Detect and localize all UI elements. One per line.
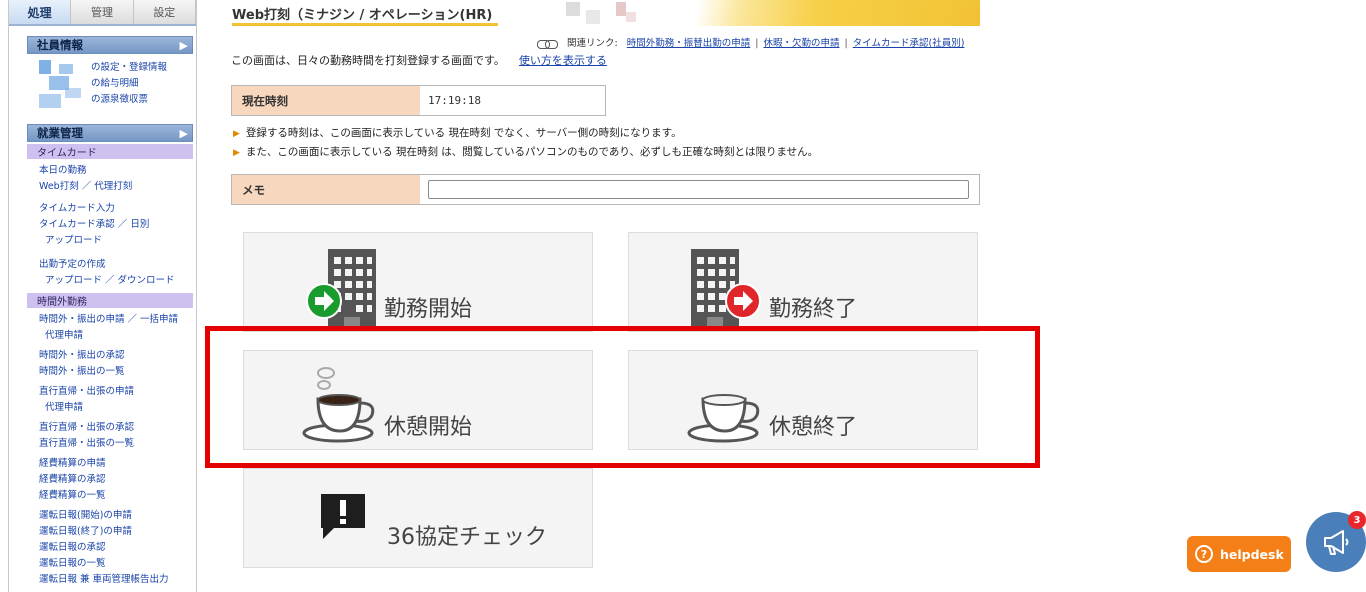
triangle-bullet-icon: ▶ — [233, 148, 240, 158]
question-circle-icon: ? — [1195, 545, 1213, 563]
memo-box: メモ — [231, 174, 980, 205]
sidebar: 処理 管理 設定 社員情報 ▶ の設定・登録情報 の給与明細 の源泉徴収票 就業… — [8, 0, 197, 592]
work-end-label: 勤務終了 — [769, 297, 858, 322]
nav-drive-approve[interactable]: 運転日報の承認 — [9, 540, 196, 556]
helpdesk-button[interactable]: ? helpdesk — [1187, 536, 1291, 572]
exclamation-bubble-icon — [321, 494, 365, 539]
break-end-label: 休憩終了 — [769, 415, 858, 440]
coffee-cup-steam-icon — [302, 367, 375, 443]
arrow-right-green-icon — [306, 283, 342, 319]
redacted-name — [59, 64, 73, 74]
memo-field-wrap — [420, 175, 979, 204]
agreement-check-label: 36協定チェック — [387, 525, 547, 550]
employee-payslip-link[interactable]: の給与明細 — [91, 76, 139, 92]
current-time-value: 17:19:18 — [428, 94, 481, 107]
nav-timecard-input[interactable]: タイムカード入力 — [9, 201, 196, 217]
current-time-box: 現在時刻 17:19:18 — [231, 85, 606, 116]
note-2: また、この画面に表示している 現在時刻 は、閲覧しているパソコンのものであり、必… — [245, 146, 819, 158]
section-work-management-label: 就業管理 — [37, 126, 83, 140]
agreement-check-button[interactable]: 36協定チェック — [243, 468, 593, 568]
expand-arrow-icon: ▶ — [179, 126, 188, 140]
memo-input[interactable] — [428, 180, 969, 199]
separator: | — [755, 38, 759, 49]
howto-link[interactable]: 使い方を表示する — [519, 54, 607, 67]
nav-overtime-apply[interactable]: 時間外・振出の申請 ／ 一括申請 — [9, 312, 196, 328]
nav-direct-approve[interactable]: 直行直帰・出張の承認 — [9, 420, 196, 436]
nav-web-punch[interactable]: Web打刻 ／ 代理打刻 — [9, 179, 196, 195]
subsection-overtime: 時間外勤務 — [27, 293, 193, 308]
employee-settings-link[interactable]: の設定・登録情報 — [91, 60, 167, 76]
redacted-name — [39, 94, 61, 108]
intro-text-row: この画面は、日々の勤務時間を打刻登録する画面です。 使い方を表示する — [231, 52, 607, 68]
page-title: Web打刻（ミナジン / オペレーション(HR) — [232, 4, 499, 26]
nav-timecard-upload[interactable]: アップロード — [9, 233, 196, 249]
page-title-bar: Web打刻（ミナジン / オペレーション(HR) — [230, 0, 980, 26]
nav-timecard-approval[interactable]: タイムカード承認 ／ 日別 — [9, 217, 196, 233]
break-start-label: 休憩開始 — [384, 415, 473, 440]
work-end-button[interactable]: 勤務終了 — [628, 232, 978, 332]
separator: | — [844, 38, 848, 49]
notes: ▶ 登録する時刻は、この画面に表示している 現在時刻 でなく、サーバー側の時刻にな… — [233, 124, 818, 162]
nav-drive-end[interactable]: 運転日報(終了)の申請 — [9, 524, 196, 540]
redacted-name — [566, 2, 580, 16]
helpdesk-label: helpdesk — [1220, 546, 1284, 562]
expand-arrow-icon: ▶ — [179, 38, 188, 52]
redacted-name — [65, 88, 81, 98]
nav-drive-list[interactable]: 運転日報の一覧 — [9, 556, 196, 572]
nav-expense-approve[interactable]: 経費精算の承認 — [9, 472, 196, 488]
intro-text: この画面は、日々の勤務時間を打刻登録する画面です。 — [231, 54, 505, 67]
redacted-name — [626, 12, 636, 22]
break-end-button[interactable]: 休憩終了 — [628, 350, 978, 450]
chain-link-icon — [537, 39, 559, 49]
related-label: 関連リンク: — [567, 38, 618, 49]
nav-expense-list[interactable]: 経費精算の一覧 — [9, 488, 196, 504]
subsection-timecard: タイムカード — [27, 144, 193, 159]
nav-drive-vehicle[interactable]: 運転日報 兼 車両管理帳告出力 — [9, 572, 196, 588]
nav-overtime-approve[interactable]: 時間外・振出の承認 — [9, 348, 196, 364]
section-work-management[interactable]: 就業管理 ▶ — [27, 124, 193, 142]
section-employee-info-label: 社員情報 — [37, 38, 83, 52]
work-start-button[interactable]: 勤務開始 — [243, 232, 593, 332]
tab-settings[interactable]: 設定 — [133, 0, 196, 24]
redacted-name — [616, 2, 626, 16]
announcement-button[interactable]: 3 — [1306, 511, 1366, 572]
memo-label: メモ — [232, 175, 420, 204]
related-link-overtime[interactable]: 時間外勤務・振替出勤の申請 — [627, 38, 751, 49]
nav-overtime-proxy[interactable]: 代理申請 — [9, 328, 196, 344]
nav-overtime-list[interactable]: 時間外・振出の一覧 — [9, 364, 196, 380]
sidebar-tabs: 処理 管理 設定 — [9, 0, 196, 26]
current-time-label: 現在時刻 — [232, 86, 420, 115]
related-links: 関連リンク: 時間外勤務・振替出勤の申請 | 休暇・欠勤の申請 | タイムカード承認(社… — [537, 35, 964, 49]
nav-drive-start[interactable]: 運転日報(開始)の申請 — [9, 508, 196, 524]
break-start-button[interactable]: 休憩開始 — [243, 350, 593, 450]
tab-process[interactable]: 処理 — [9, 0, 72, 24]
nav-direct-apply[interactable]: 直行直帰・出張の申請 — [9, 384, 196, 400]
coffee-cup-icon — [687, 394, 760, 443]
nav-direct-proxy[interactable]: 代理申請 — [9, 400, 196, 416]
note-server-time: ▶ 登録する時刻は、この画面に表示している 現在時刻 でなく、サーバー側の時刻にな… — [233, 124, 818, 143]
nav-expense-apply[interactable]: 経費精算の申請 — [9, 456, 196, 472]
redacted-name — [39, 60, 51, 74]
employee-withholding-link[interactable]: の源泉徴収票 — [91, 92, 148, 108]
work-start-label: 勤務開始 — [384, 297, 473, 322]
tab-manage[interactable]: 管理 — [71, 0, 134, 24]
redacted-name — [586, 10, 600, 24]
nav-schedule-updown[interactable]: アップロード ／ ダウンロード — [9, 273, 196, 289]
note-local-time: ▶ また、この画面に表示している 現在時刻 は、閲覧しているパソコンのものであり、… — [233, 143, 818, 162]
notification-badge: 3 — [1348, 511, 1366, 529]
section-employee-info[interactable]: 社員情報 ▶ — [27, 36, 193, 54]
nav-direct-list[interactable]: 直行直帰・出張の一覧 — [9, 436, 196, 452]
nav-today-work[interactable]: 本日の勤務 — [9, 163, 196, 179]
related-link-leave[interactable]: 休暇・欠勤の申請 — [763, 38, 839, 49]
triangle-bullet-icon: ▶ — [233, 129, 240, 139]
megaphone-icon — [1324, 530, 1349, 555]
related-link-timecard-approval[interactable]: タイムカード承認(社員別) — [853, 38, 965, 49]
note-1: 登録する時刻は、この画面に表示している 現在時刻 でなく、サーバー側の時刻になり… — [245, 127, 682, 139]
employee-links: の設定・登録情報 の給与明細 の源泉徴収票 — [9, 60, 196, 110]
nav-schedule[interactable]: 出勤予定の作成 — [9, 257, 196, 273]
arrow-right-red-icon — [725, 283, 761, 319]
